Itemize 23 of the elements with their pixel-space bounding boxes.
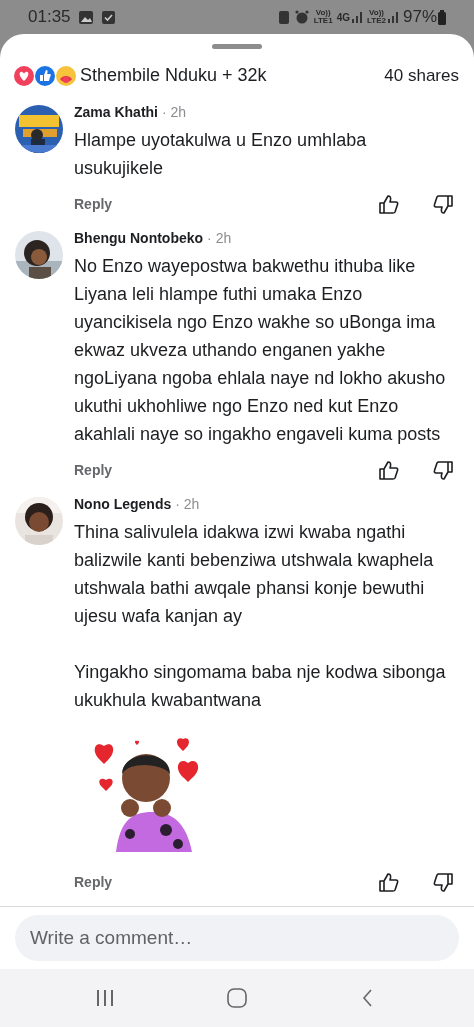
network-label: Vo)) (315, 9, 331, 17)
comment-text: Hlampe uyotakulwa u Enzo umhlaba usukujikele (74, 129, 368, 180)
author-name[interactable]: Nono Legends (74, 494, 172, 515)
comment-text: No Enzo wayepostwa bakwethu ithuba like Liyana leli hlampe futhi umaka Enzo uyancikisela ngo Enzo wakhe so uBonga ima ekwaz ukveza uthando enganen yakhe ngoLiyana ngoba ehlala naye nd lokho akusho ukuthi ukhohliwe ngo Enzo ned kut Enzo akahlali naye so ingakho engaveli kuma posts (74, 255, 447, 446)
reply-link[interactable]: Reply (74, 872, 113, 893)
clock-text: 01:35 (28, 6, 71, 29)
network-label: Vo)) (369, 9, 384, 17)
network-label: 4G (336, 10, 350, 25)
network-label: LTE1 (313, 17, 333, 25)
author-name[interactable]: Bhengu Nontobeko (74, 228, 204, 249)
author-name[interactable]: Zama Khathi (74, 102, 158, 123)
reactors-link[interactable]: Sthembile Nduku + 32k (80, 62, 267, 89)
comment-time: · 2h (162, 103, 187, 122)
battery-text: 97% (402, 6, 437, 29)
reply-link[interactable]: Reply (74, 460, 113, 481)
reply-link[interactable]: Reply (74, 194, 113, 215)
network-label: LTE2 (367, 17, 386, 25)
comment-input[interactable]: Write a comment… (15, 915, 459, 961)
shares-link[interactable]: 40 shares (384, 62, 459, 89)
comment-time: · 2h (175, 495, 200, 514)
comment-time: · 2h (207, 229, 232, 248)
comment-text: Thina salivulela idakwa izwi kwaba ngathi balizwile kanti bebenziwa utshwala kwaphela utshwala bathi awqale phansi konje bewuthi ujesu wafa kanjan ay (74, 521, 435, 628)
comment-text: Yingakho singomama baba nje kodwa sibonga ukukhula kwabantwana (74, 661, 447, 712)
